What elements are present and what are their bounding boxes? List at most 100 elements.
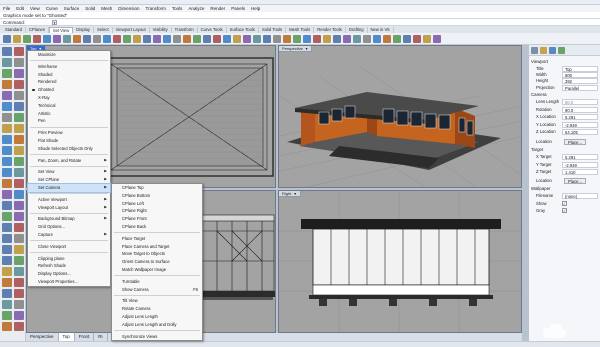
menu-tools[interactable]: Tools [172, 6, 183, 11]
left-tool-icon[interactable] [2, 80, 12, 89]
toolbar-tool-icon[interactable] [203, 34, 211, 43]
left-tool-icon[interactable] [2, 69, 12, 78]
toolbar-tool-icon[interactable] [343, 34, 351, 43]
menu-item-flat-shade[interactable]: Flat Shade [28, 137, 110, 145]
toolbar-tool-icon[interactable] [113, 34, 121, 43]
menu-item-place-target[interactable]: Place Target [112, 235, 202, 243]
toolbar-tool-icon[interactable] [53, 34, 61, 43]
left-tool-icon[interactable] [14, 234, 24, 243]
menu-item-clipping-plane[interactable]: Clipping plane [28, 255, 110, 263]
menu-item-viewport-properties[interactable]: Viewport Properties... [28, 278, 110, 286]
menu-item-synchronize-views[interactable]: Synchronize Views [112, 333, 202, 341]
toolbar-tool-icon[interactable] [213, 34, 221, 43]
toolbar-tool-icon[interactable] [133, 34, 141, 43]
menu-item-display-options[interactable]: Display Options... [28, 270, 110, 278]
property-value-field[interactable]: 392 [562, 78, 598, 85]
menu-item-orient-camera-to-surface[interactable]: Orient Camera to Surface [112, 258, 202, 266]
menu-item-set-view[interactable]: Set View ▶ [28, 168, 110, 176]
left-tool-icon[interactable] [2, 102, 12, 111]
toolbar-tool-icon[interactable] [123, 34, 131, 43]
menu-item-show-camera[interactable]: Show Camera F6 [112, 286, 202, 294]
left-tool-icon[interactable] [2, 113, 12, 122]
menu-item-rendered[interactable]: Rendered [28, 78, 110, 86]
toolbar-tool-icon[interactable] [313, 34, 321, 43]
toolbar-tool-icon[interactable] [23, 34, 31, 43]
property-value-field[interactable]: 50.0 [562, 99, 598, 105]
toolbar-tool-icon[interactable] [43, 34, 51, 43]
menu-curve[interactable]: Curve [46, 6, 58, 11]
left-tool-icon[interactable] [2, 179, 12, 188]
menu-item-place-camera-and-target[interactable]: Place Camera and Target [112, 243, 202, 251]
toolbar-tool-icon[interactable] [183, 34, 191, 43]
menu-item-ghosted[interactable]: Ghosted [28, 86, 110, 94]
menu-item-set-cplane[interactable]: Set CPlane ▶ [28, 176, 110, 184]
menu-item-close-viewport[interactable]: Close Viewport [28, 243, 110, 251]
toolbar-tool-icon[interactable] [13, 34, 21, 43]
viewport-perspective[interactable]: Perspective ▼ [278, 45, 522, 188]
help-icon[interactable] [558, 46, 565, 54]
toolbar-tool-icon[interactable] [273, 34, 281, 43]
left-tool-icon[interactable] [2, 234, 12, 243]
toolbar-tool-icon[interactable] [143, 34, 151, 43]
menu-panels[interactable]: Panels [231, 6, 245, 11]
left-tool-icon[interactable] [14, 179, 24, 188]
menu-item-move-target-to-objects[interactable]: Move Target to Objects [112, 250, 202, 258]
left-tool-icon[interactable] [2, 300, 12, 309]
toolbar-tool-icon[interactable] [103, 34, 111, 43]
property-value-field[interactable]: 90.0 [562, 106, 598, 113]
left-tool-icon[interactable] [14, 278, 24, 287]
toolbar-tool-icon[interactable] [3, 34, 11, 43]
toolbar-tool-icon[interactable] [153, 34, 161, 43]
left-tool-icon[interactable] [14, 113, 24, 122]
left-tool-icon[interactable] [2, 212, 12, 221]
menu-item-turntable[interactable]: Turntable [112, 278, 202, 286]
menu-item-adjust-lens-length-and-dolly[interactable]: Adjust Lens Length and Dolly [112, 321, 202, 329]
left-tool-icon[interactable] [14, 102, 24, 111]
toolbar-tool-icon[interactable] [323, 34, 331, 43]
left-tool-icon[interactable] [14, 322, 24, 331]
command-dropdown-icon[interactable]: ▾ [52, 20, 57, 25]
menu-item-capture[interactable]: Capture ▶ [28, 231, 110, 239]
left-tool-icon[interactable] [2, 168, 12, 177]
left-tool-icon[interactable] [2, 190, 12, 199]
left-tool-icon[interactable] [14, 69, 24, 78]
toolbar-tool-icon[interactable] [353, 34, 361, 43]
object-properties-icon[interactable] [531, 46, 538, 54]
menu-item-set-camera[interactable]: Set Camera ▶ [27, 182, 111, 193]
menu-item-pen[interactable]: Pen [28, 117, 110, 125]
property-value-field[interactable]: 5.291 [562, 114, 598, 121]
left-tool-icon[interactable] [14, 157, 24, 166]
left-tool-icon[interactable] [2, 146, 12, 155]
menu-file[interactable]: File [3, 6, 10, 11]
viewport-right[interactable]: Right ▼ [278, 190, 522, 333]
left-tool-icon[interactable] [2, 201, 12, 210]
toolbar-tool-icon[interactable] [403, 34, 411, 43]
viewport-tab-ri[interactable]: Ri [94, 333, 108, 341]
menu-surface[interactable]: Surface [64, 6, 80, 11]
menu-item-tilt-view[interactable]: Tilt View [112, 297, 202, 305]
left-tool-icon[interactable] [14, 256, 24, 265]
toolbar-tool-icon[interactable] [233, 34, 241, 43]
toolbar-tool-icon[interactable] [33, 34, 41, 43]
toolbar-tool-icon[interactable] [223, 34, 231, 43]
toolbar-tool-icon[interactable] [263, 34, 271, 43]
viewport-tab-perspective[interactable]: Perspective [26, 333, 59, 341]
menu-item-x-ray[interactable]: X-Ray [28, 94, 110, 102]
left-tool-icon[interactable] [14, 311, 24, 320]
toolbar-tool-icon[interactable] [193, 34, 201, 43]
menu-item-cplane-right[interactable]: CPlane Right [112, 207, 202, 215]
property-value-field[interactable]: (none) [562, 193, 598, 199]
menu-item-maximize[interactable]: Maximize [28, 51, 110, 59]
left-tool-icon[interactable] [14, 58, 24, 67]
camera-place-button[interactable]: Place... [564, 139, 586, 145]
checkbox[interactable]: ✓ [562, 200, 567, 206]
toolbar-tool-icon[interactable] [333, 34, 341, 43]
checkbox[interactable]: ✓ [562, 208, 567, 214]
left-tool-icon[interactable] [14, 212, 24, 221]
menu-item-active-viewport[interactable]: Active Viewport ▶ [28, 196, 110, 204]
left-tool-icon[interactable] [14, 80, 24, 89]
menu-item-viewport-layout[interactable]: Viewport Layout ▶ [28, 204, 110, 212]
menu-item-artistic[interactable]: Artistic [28, 110, 110, 118]
property-value-field[interactable]: 1.410 [562, 169, 598, 176]
left-tool-icon[interactable] [14, 190, 24, 199]
